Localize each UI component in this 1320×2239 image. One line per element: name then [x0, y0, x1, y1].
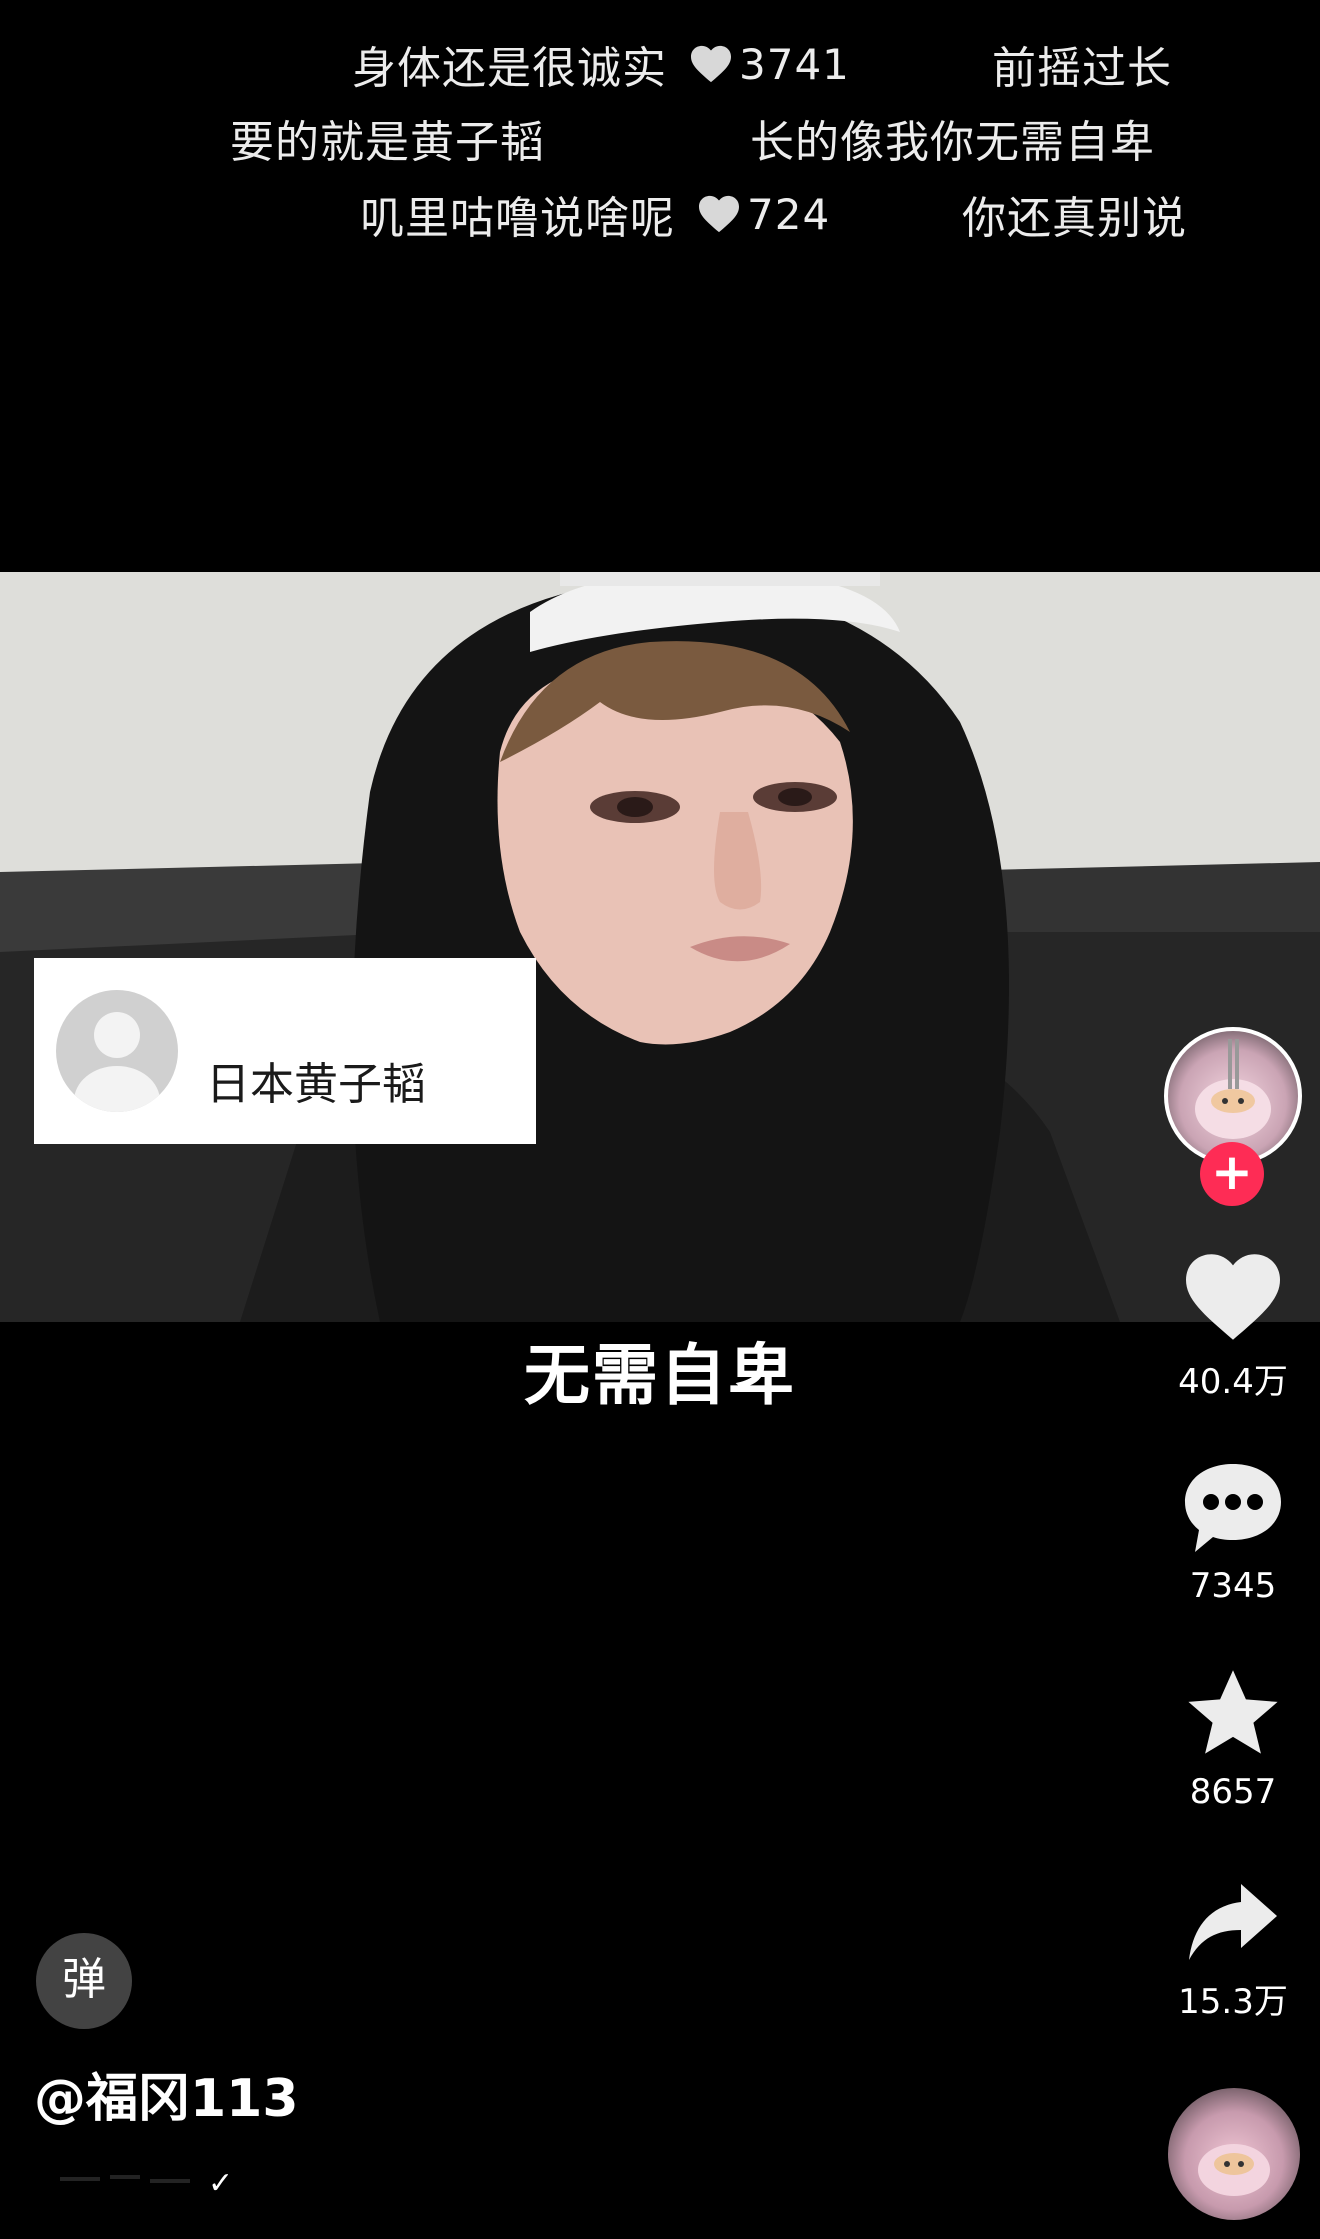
- default-avatar-icon: [56, 990, 178, 1112]
- danmaku-item[interactable]: 长的像我你无需自卑: [750, 106, 1155, 170]
- video-frame-illustration: [0, 572, 1320, 1322]
- danmaku-item[interactable]: 前摇过长: [992, 32, 1172, 96]
- comment-card-username: 日本黄子韬: [206, 1059, 426, 1110]
- comment-count: 7345: [1189, 1566, 1277, 1606]
- heart-icon: [691, 45, 731, 83]
- description-fragment: [60, 2168, 200, 2208]
- star-icon: [1188, 1670, 1278, 1754]
- music-disc-cover: [1198, 2144, 1270, 2196]
- comment-button[interactable]: 7345: [1160, 1460, 1306, 1606]
- danmaku-item[interactable]: 要的就是黄子韬: [230, 106, 545, 170]
- danmaku-item[interactable]: 你还真别说: [962, 182, 1187, 246]
- share-count: 15.3万: [1178, 1982, 1288, 2022]
- like-button[interactable]: 40.4万: [1160, 1250, 1306, 1403]
- favorite-button[interactable]: 8657: [1160, 1666, 1306, 1812]
- music-disc-icon[interactable]: [1168, 2088, 1300, 2220]
- danmaku-text: 叽里咕噜说啥呢: [360, 193, 675, 244]
- share-button[interactable]: 15.3万: [1160, 1880, 1306, 2023]
- danmaku-text: 要的就是黄子韬: [230, 117, 545, 168]
- share-icon: [1189, 1884, 1277, 1960]
- plus-icon: +: [1211, 1143, 1253, 1201]
- danmaku-text: 身体还是很诚实: [352, 43, 667, 94]
- danmaku-like-count: 3741: [739, 39, 850, 89]
- danmaku-toggle-label: 弹: [62, 1954, 106, 2005]
- heart-icon: [1186, 1254, 1280, 1340]
- danmaku-text: 长的像我你无需自卑: [750, 117, 1155, 168]
- heart-icon: [699, 195, 739, 233]
- like-count: 40.4万: [1178, 1362, 1288, 1402]
- favorite-count: 8657: [1189, 1772, 1277, 1812]
- video-subtitle: 无需自卑: [524, 1337, 796, 1414]
- follow-button[interactable]: +: [1200, 1142, 1264, 1206]
- comment-sticker-card: 日本黄子韬: [34, 958, 536, 1144]
- danmaku-toggle-button[interactable]: 弹: [36, 1933, 132, 2029]
- comment-icon: [1185, 1464, 1281, 1552]
- danmaku-item[interactable]: 叽里咕噜说啥呢 724: [360, 182, 830, 246]
- danmaku-item[interactable]: 身体还是很诚实 3741: [352, 32, 850, 96]
- checkmark-icon: ✓: [208, 2166, 234, 2201]
- danmaku-text: 前摇过长: [992, 43, 1172, 94]
- danmaku-text: 你还真别说: [962, 193, 1187, 244]
- author-username[interactable]: @福冈113: [34, 2056, 299, 2131]
- danmaku-like-count: 724: [747, 189, 831, 239]
- video-feed-page: 身体还是很诚实 3741 前摇过长 要的就是黄子韬 长的像我你无需自卑 叽里咕噜…: [0, 0, 1320, 2239]
- video-player[interactable]: [0, 572, 1320, 1322]
- faded-text-strokes: [60, 2175, 190, 2183]
